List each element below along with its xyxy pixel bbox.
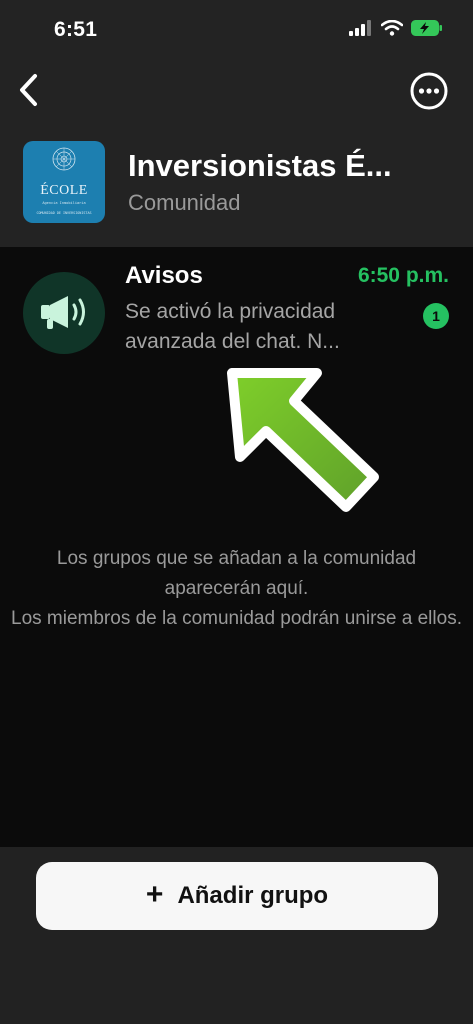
more-options-icon	[410, 72, 448, 110]
signal-icon	[349, 20, 371, 36]
logo-wordmark: ÉCOLE	[40, 183, 88, 198]
back-button[interactable]	[10, 70, 46, 110]
community-subtitle: Comunidad	[128, 190, 241, 215]
status-bar: 6:51	[0, 0, 473, 62]
status-icons	[349, 20, 443, 36]
announcements-preview: Se activó la privacidad avanzada del cha…	[125, 300, 340, 353]
announcements-avatar	[23, 272, 105, 354]
logo-mandala-icon	[52, 147, 76, 171]
add-group-label: Añadir grupo	[177, 882, 329, 909]
chevron-left-icon	[20, 74, 37, 106]
announcements-row[interactable]: Avisos 6:50 p.m. Se activó la privacidad…	[0, 247, 473, 367]
empty-state-line-2: Los miembros de la comunidad podrán unir…	[11, 608, 462, 629]
announcements-time: 6:50 p.m.	[357, 264, 449, 287]
megaphone-icon	[41, 296, 85, 329]
battery-charging-icon	[411, 20, 442, 36]
wifi-icon	[381, 20, 403, 36]
unread-badge: 1	[423, 303, 449, 329]
community-title[interactable]: Inversionistas É...	[128, 148, 458, 184]
community-logo[interactable]: ÉCOLE Agencia Inmobiliaria COMUNIDAD DE …	[23, 141, 105, 223]
empty-state-message: Los grupos que se añadan a la comunidad …	[10, 544, 463, 634]
green-pointer-arrow	[227, 368, 379, 512]
logo-footer: COMUNIDAD DE INVERSIONISTAS	[36, 211, 92, 215]
add-group-button[interactable]: + Añadir grupo	[36, 862, 438, 930]
more-options-button[interactable]	[409, 71, 449, 111]
empty-state-line-1: Los grupos que se añadan a la comunidad …	[56, 548, 417, 599]
logo-tagline: Agencia Inmobiliaria	[42, 201, 86, 205]
status-time: 6:51	[54, 18, 98, 41]
announcements-title: Avisos	[125, 262, 203, 289]
top-navigation	[0, 62, 473, 120]
community-header: ÉCOLE Agencia Inmobiliaria COMUNIDAD DE …	[0, 130, 473, 242]
bottom-bar: + Añadir grupo	[0, 847, 473, 1024]
plus-icon: +	[145, 877, 164, 911]
community-groups-list: Avisos 6:50 p.m. Se activó la privacidad…	[0, 247, 473, 847]
